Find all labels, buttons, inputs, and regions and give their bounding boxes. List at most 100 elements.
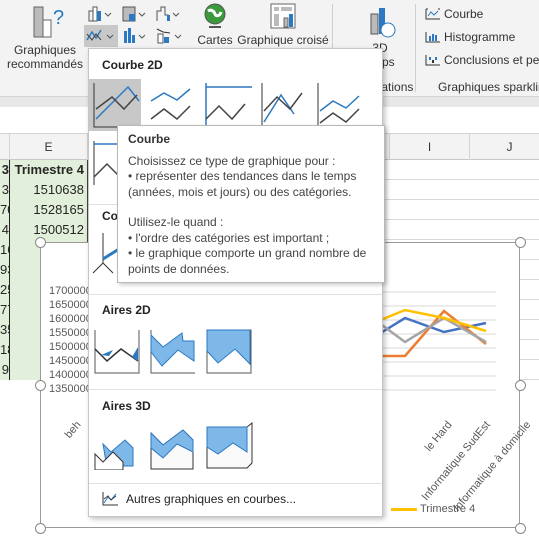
line-chart-option[interactable] bbox=[89, 79, 141, 131]
100-stacked-line-option[interactable] bbox=[201, 79, 253, 131]
cell-e[interactable]: 1510638 bbox=[10, 180, 88, 200]
line-chart-button[interactable] bbox=[84, 25, 118, 47]
recommended-charts-button[interactable]: ? Graphiques recommandés bbox=[4, 4, 86, 74]
resize-handle[interactable] bbox=[35, 523, 46, 534]
tooltip-text: Choisissez ce type de graphique pour : bbox=[128, 153, 336, 168]
line-markers-icon bbox=[261, 83, 303, 127]
sparkline-winloss-button[interactable]: Conclusions et pertes bbox=[425, 51, 539, 69]
sparkline-winloss-icon bbox=[425, 55, 440, 66]
area-icon bbox=[94, 330, 140, 374]
100-stacked-area-icon bbox=[206, 329, 252, 374]
sparkline-line-button[interactable]: Courbe bbox=[425, 5, 483, 23]
line-chart-icon bbox=[86, 29, 114, 41]
recommended-label-2: recommandés bbox=[6, 57, 84, 71]
area-option[interactable] bbox=[94, 329, 146, 381]
stacked-line-icon bbox=[150, 88, 191, 120]
menu-divider bbox=[89, 483, 382, 484]
cell-d[interactable]: 70 bbox=[0, 200, 10, 220]
cell-d[interactable]: 18 bbox=[0, 340, 10, 360]
resize-handle[interactable] bbox=[35, 380, 46, 391]
maps-button[interactable]: Cartes bbox=[194, 2, 236, 48]
more-line-charts-label: Autres graphiques en courbes... bbox=[126, 492, 297, 506]
resize-handle[interactable] bbox=[515, 380, 526, 391]
pivot-chart-icon bbox=[270, 3, 296, 29]
column-header-e[interactable]: E bbox=[10, 134, 88, 160]
resize-handle[interactable] bbox=[515, 523, 526, 534]
cell-d[interactable]: 4 bbox=[0, 220, 10, 240]
column-header-j[interactable]: J bbox=[470, 134, 539, 160]
recommended-label-1: Graphiques bbox=[13, 43, 77, 57]
section-area-3d: Aires 3D bbox=[102, 399, 151, 413]
column-header-d[interactable] bbox=[0, 134, 10, 160]
section-area-2d: Aires 2D bbox=[102, 303, 151, 317]
globe-icon bbox=[204, 3, 226, 28]
stacked-line-markers-icon bbox=[317, 83, 360, 127]
cell-d[interactable]: 3 bbox=[0, 180, 10, 200]
statistic-chart-icon bbox=[124, 28, 146, 43]
line-chart-icon bbox=[102, 492, 118, 506]
pivot-chart-button[interactable]: Graphique croisé bbox=[236, 2, 330, 48]
sparkline-column-button[interactable]: Histogramme bbox=[425, 28, 515, 46]
line-icon bbox=[93, 83, 140, 128]
tooltip-text: Utilisez-le quand : bbox=[128, 215, 224, 229]
statistic-chart-button[interactable] bbox=[121, 27, 147, 45]
tooltip-text: • représenter des tendances dans le temp… bbox=[128, 169, 357, 199]
line-markers-option[interactable] bbox=[257, 79, 309, 131]
sparkline-column-label: Histogramme bbox=[444, 30, 516, 44]
legend-swatch bbox=[391, 507, 417, 511]
combo-chart-button[interactable] bbox=[155, 27, 185, 45]
cell-d[interactable]: 16 bbox=[0, 240, 10, 260]
cell-d[interactable]: 25 bbox=[0, 280, 10, 300]
100-stacked-line-icon bbox=[205, 83, 252, 127]
section-line-2d: Courbe 2D bbox=[102, 58, 163, 72]
group-label-sparklines: Graphiques sparkline bbox=[438, 80, 539, 94]
maps-label: Cartes bbox=[197, 33, 233, 47]
resize-handle[interactable] bbox=[515, 237, 526, 248]
cell-d[interactable]: 35 bbox=[0, 320, 10, 340]
3d-100-stacked-area-option[interactable] bbox=[206, 421, 258, 474]
sparkline-line-icon bbox=[425, 8, 440, 20]
cell-d[interactable]: 77 bbox=[0, 300, 10, 320]
cell-e[interactable]: Trimestre 4 bbox=[10, 160, 88, 180]
combo-chart-icon bbox=[156, 28, 182, 44]
sparkline-winloss-label: Conclusions et pertes bbox=[444, 53, 539, 67]
3d-100-stacked-area-icon bbox=[206, 421, 253, 469]
cell-e[interactable]: 1500512 bbox=[10, 220, 88, 240]
cell-d[interactable]: 9 bbox=[0, 360, 10, 380]
column-chart-icon bbox=[88, 6, 112, 22]
pivot-label: Graphique croisé bbox=[237, 33, 329, 47]
group-separator bbox=[415, 4, 416, 92]
waterfall-chart-button[interactable] bbox=[155, 5, 181, 23]
stacked-area-icon bbox=[150, 330, 195, 374]
cell-d[interactable]: 3 bbox=[0, 160, 10, 180]
legend-label: Trimestre 4 bbox=[420, 503, 476, 515]
more-line-charts-link[interactable]: Autres graphiques en courbes... bbox=[102, 492, 296, 506]
svg-text:?: ? bbox=[53, 7, 64, 29]
cell-d[interactable]: 93 bbox=[0, 260, 10, 280]
3d-area-option[interactable] bbox=[94, 422, 146, 474]
sparkline-line-label: Courbe bbox=[444, 7, 484, 21]
menu-divider bbox=[89, 389, 382, 390]
hierarchy-chart-button[interactable] bbox=[121, 5, 147, 23]
cell-e[interactable]: 1528165 bbox=[10, 200, 88, 220]
column-chart-button[interactable] bbox=[87, 5, 113, 23]
menu-divider bbox=[89, 294, 382, 295]
tooltip-text: • le graphique comporte un grand nombre … bbox=[128, 246, 367, 276]
3d-stacked-area-option[interactable] bbox=[150, 422, 202, 474]
100-stacked-area-option[interactable] bbox=[206, 329, 258, 381]
waterfall-chart-icon bbox=[156, 6, 180, 21]
column-header-i[interactable]: I bbox=[390, 134, 470, 160]
hierarchy-chart-icon bbox=[122, 6, 146, 22]
tooltip-title: Courbe bbox=[128, 132, 170, 146]
3d-maps-icon bbox=[370, 8, 396, 38]
legend-item-trimestre-4: Trimestre 4 bbox=[391, 503, 475, 515]
chart-type-tooltip: Courbe Choisissez ce type de graphique p… bbox=[117, 125, 385, 283]
tooltip-text: • l'ordre des catégories est important ; bbox=[128, 230, 330, 245]
recommended-charts-icon: ? bbox=[33, 6, 64, 38]
stacked-line-option[interactable] bbox=[146, 79, 198, 131]
stacked-line-markers-option[interactable] bbox=[313, 79, 365, 131]
sparkline-column-icon bbox=[425, 32, 440, 43]
resize-handle[interactable] bbox=[35, 237, 46, 248]
3d-stacked-area-icon bbox=[150, 429, 194, 470]
stacked-area-option[interactable] bbox=[150, 329, 202, 381]
